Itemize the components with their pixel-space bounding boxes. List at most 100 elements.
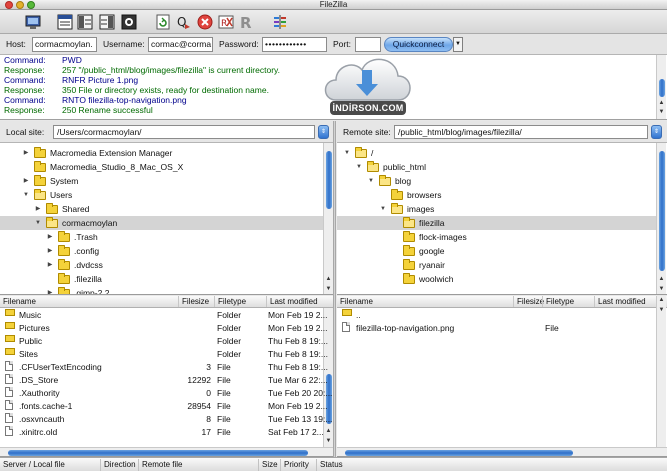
column-filesize[interactable]: Filesize — [513, 296, 544, 307]
tree-item[interactable]: ryanair — [337, 258, 657, 272]
file-row[interactable]: .. — [337, 309, 656, 322]
column-filename[interactable]: Filename — [0, 296, 178, 307]
column-filetype[interactable]: Filetype — [542, 296, 594, 307]
disclosure-open-icon[interactable]: ▼ — [34, 216, 42, 230]
disclosure-closed-icon[interactable]: ▶ — [46, 258, 54, 272]
tree-item[interactable]: ▼ Users — [0, 188, 323, 202]
file-row[interactable]: Pictures Folder Mon Feb 19 2... — [0, 322, 328, 335]
scrollbar-thumb[interactable] — [659, 79, 665, 97]
file-row[interactable]: Music Folder Mon Feb 19 2... — [0, 309, 328, 322]
tree-item[interactable]: browsers — [337, 188, 657, 202]
file-row[interactable]: .CFUserTextEncoding 3 File Thu Feb 8 19:... — [0, 361, 328, 374]
scroll-up-arrow-icon[interactable]: ▲ — [657, 275, 666, 284]
username-input[interactable]: cormac@corma — [148, 37, 213, 52]
disclosure-closed-icon[interactable]: ▶ — [46, 286, 54, 294]
scroll-down-arrow-icon[interactable]: ▼ — [657, 108, 666, 117]
local-files-hscrollbar[interactable] — [0, 447, 333, 456]
toggle-remote-tree-button[interactable] — [99, 13, 115, 30]
host-input[interactable]: cormacmoylan. — [32, 37, 97, 52]
tree-item[interactable]: ▶ .gimp-2.2 — [0, 286, 323, 294]
queue-column-direction[interactable]: Direction — [100, 459, 138, 471]
toggle-local-tree-button[interactable] — [77, 13, 93, 30]
tree-item[interactable]: ▼ / — [337, 146, 657, 160]
scroll-up-arrow-icon[interactable]: ▲ — [324, 275, 333, 284]
scrollbar-thumb[interactable] — [8, 450, 308, 456]
disclosure-open-icon[interactable]: ▼ — [355, 160, 363, 174]
disclosure-open-icon[interactable]: ▼ — [367, 174, 375, 188]
scroll-up-arrow-icon[interactable]: ▲ — [657, 296, 666, 305]
toggle-queue-button[interactable] — [121, 13, 137, 30]
column-filetype[interactable]: Filetype — [214, 296, 266, 307]
remote-files-hscrollbar[interactable] — [337, 447, 667, 456]
scroll-down-arrow-icon[interactable]: ▼ — [324, 437, 333, 446]
queue-column-size[interactable]: Size — [258, 459, 280, 471]
tree-item[interactable]: woolwich — [337, 272, 657, 286]
disclosure-open-icon[interactable]: ▼ — [343, 146, 351, 160]
message-log-scrollbar[interactable]: ▲ ▼ — [656, 55, 666, 119]
disclosure-closed-icon[interactable]: ▶ — [34, 202, 42, 216]
column-last-modified[interactable]: Last modified — [594, 296, 658, 307]
tree-item[interactable]: ▶ System — [0, 174, 323, 188]
tree-item[interactable]: ▼ images — [337, 202, 657, 216]
scrollbar-thumb[interactable] — [345, 450, 573, 456]
column-filename[interactable]: Filename — [337, 296, 513, 307]
file-row[interactable]: filezilla-top-navigation.png File — [337, 322, 656, 335]
disconnect-button[interactable]: R — [218, 13, 234, 30]
tree-item[interactable]: ▼ blog — [337, 174, 657, 188]
local-tree-scrollbar[interactable]: ▲ ▼ — [323, 143, 333, 294]
directory-compare-button[interactable] — [272, 13, 288, 30]
remote-path-dropdown[interactable]: ⇕ — [651, 125, 662, 139]
file-row[interactable]: .xinitrc.old 17 File Sat Feb 17 2... — [0, 426, 324, 439]
tree-item[interactable]: flock-images — [337, 230, 657, 244]
file-row[interactable]: .DS_Store 12292 File Tue Mar 6 22:... — [0, 374, 328, 387]
tree-item[interactable]: .filezilla — [0, 272, 323, 286]
tree-item[interactable]: ▶ .Trash — [0, 230, 323, 244]
tree-item[interactable]: ▶ Shared — [0, 202, 323, 216]
cancel-button[interactable] — [197, 13, 213, 30]
scrollbar-thumb[interactable] — [659, 151, 665, 271]
remote-tree-scrollbar[interactable]: ▲ ▼ — [656, 143, 666, 294]
quickconnect-dropdown-button[interactable]: ▼ — [453, 37, 463, 52]
tree-item[interactable]: ▼ public_html — [337, 160, 657, 174]
remote-path-input[interactable]: /public_html/blog/images/filezilla/ — [394, 125, 648, 139]
disclosure-closed-icon[interactable]: ▶ — [22, 174, 30, 188]
site-manager-button[interactable] — [25, 13, 41, 30]
column-filesize[interactable]: Filesize — [178, 296, 214, 307]
scroll-up-arrow-icon[interactable]: ▲ — [324, 427, 333, 436]
scroll-down-arrow-icon[interactable]: ▼ — [657, 285, 666, 294]
tree-item[interactable]: google — [337, 244, 657, 258]
reconnect-button[interactable]: R — [238, 13, 254, 30]
queue-column-status[interactable]: Status — [316, 459, 376, 471]
process-queue-button[interactable]: Q — [176, 13, 192, 30]
queue-column-server-local-file[interactable]: Server / Local file — [0, 459, 100, 471]
tree-item[interactable]: filezilla — [337, 216, 657, 230]
local-path-input[interactable]: /Users/cormacmoylan/ — [53, 125, 315, 139]
disclosure-open-icon[interactable]: ▼ — [22, 188, 30, 202]
queue-column-priority[interactable]: Priority — [280, 459, 316, 471]
disclosure-closed-icon[interactable]: ▶ — [22, 146, 30, 160]
scroll-up-arrow-icon[interactable]: ▲ — [657, 99, 666, 108]
toggle-message-log-button[interactable] — [57, 13, 73, 30]
column-last-modified[interactable]: Last modified — [266, 296, 326, 307]
tree-item[interactable]: ▼ cormacmoylan — [0, 216, 323, 230]
disclosure-open-icon[interactable]: ▼ — [379, 202, 387, 216]
tree-item[interactable]: ▶ .config — [0, 244, 323, 258]
scroll-down-arrow-icon[interactable]: ▼ — [324, 285, 333, 294]
file-row[interactable]: Sites Folder Thu Feb 8 19:... — [0, 348, 328, 361]
file-row[interactable]: .Xauthority 0 File Tue Feb 20 20:... — [0, 387, 332, 400]
file-row[interactable]: .osxvncauth 8 File Tue Feb 13 19:... — [0, 413, 332, 426]
queue-column-remote-file[interactable]: Remote file — [138, 459, 258, 471]
tree-item[interactable]: ▶ .dvdcss — [0, 258, 323, 272]
tree-item[interactable]: Macromedia_Studio_8_Mac_OS_X — [0, 160, 323, 174]
disclosure-closed-icon[interactable]: ▶ — [46, 244, 54, 258]
refresh-button[interactable] — [155, 13, 171, 30]
tree-item[interactable]: ▶ Macromedia Extension Manager — [0, 146, 323, 160]
scroll-down-arrow-icon[interactable]: ▼ — [657, 306, 666, 315]
scrollbar-thumb[interactable] — [326, 151, 332, 209]
file-row[interactable]: .fonts.cache-1 28954 File Mon Feb 19 2... — [0, 400, 328, 413]
remote-files-scrollbar[interactable]: ▲ ▼ — [656, 296, 666, 447]
file-row[interactable]: Public Folder Thu Feb 8 19:... — [0, 335, 328, 348]
pane-splitter[interactable] — [333, 121, 336, 457]
local-path-dropdown[interactable]: ⇕ — [318, 125, 329, 139]
disclosure-closed-icon[interactable]: ▶ — [46, 230, 54, 244]
